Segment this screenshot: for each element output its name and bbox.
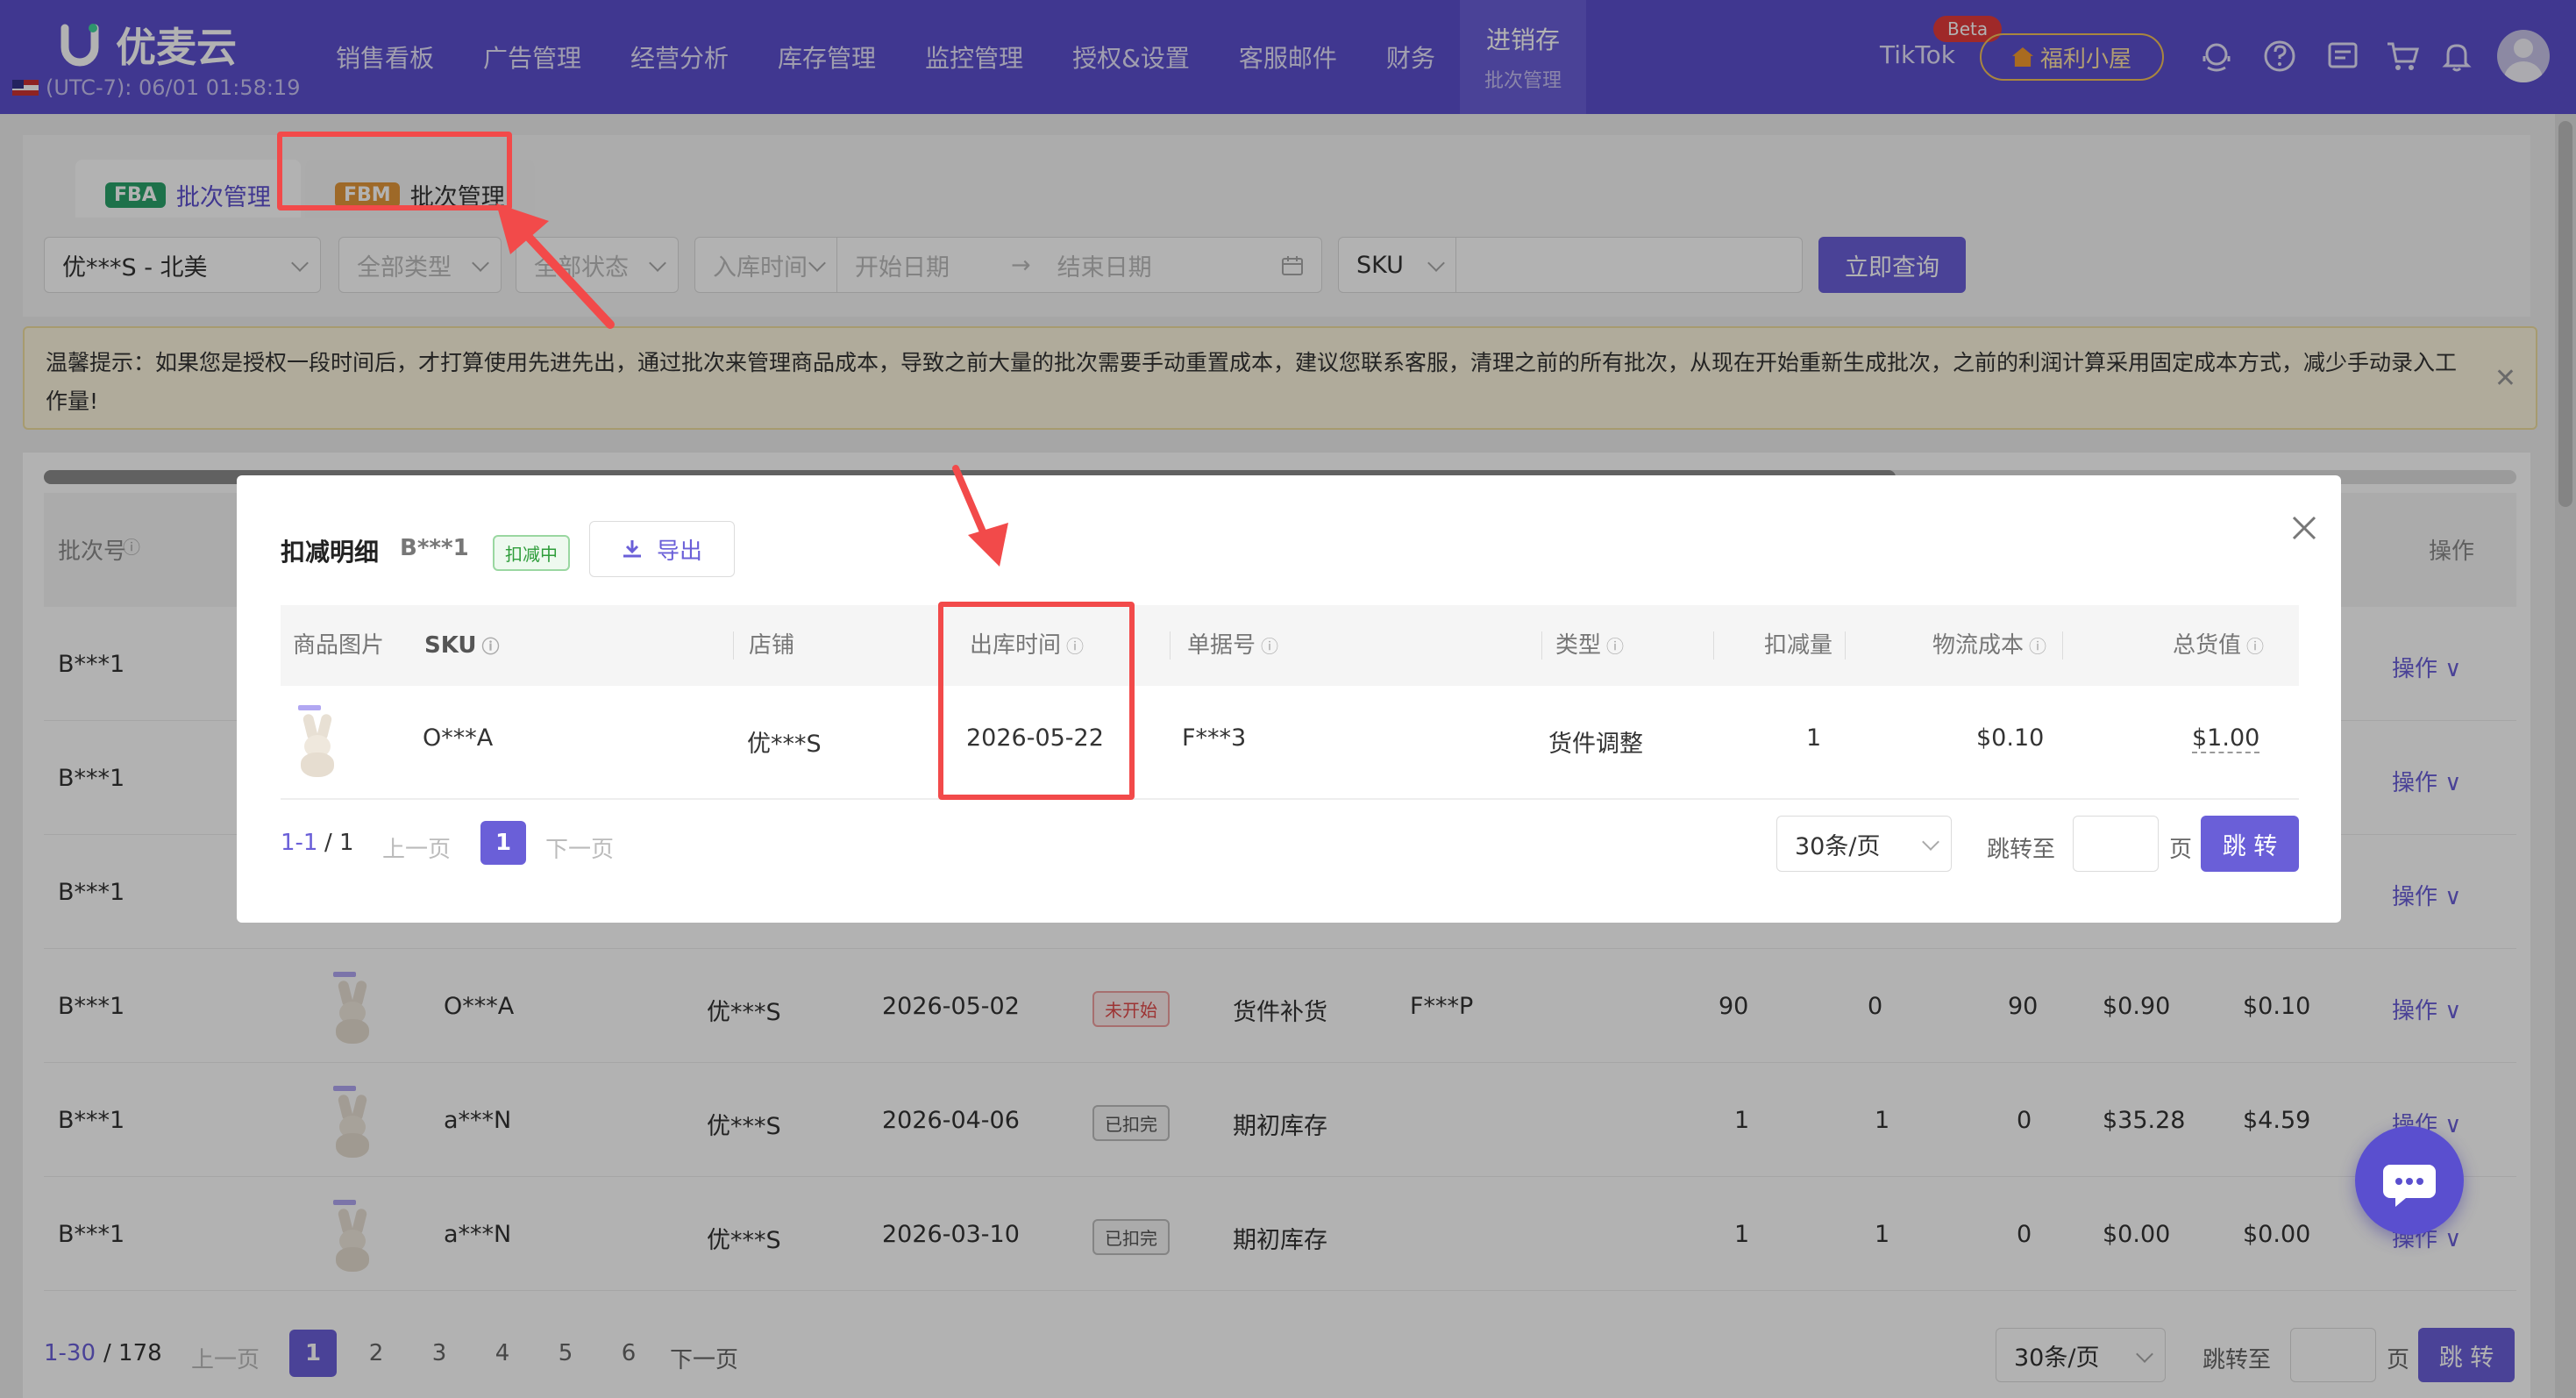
prev-page-button[interactable]: 上一页 <box>382 831 451 864</box>
close-icon[interactable] <box>2287 510 2322 546</box>
column-divider <box>2062 631 2063 660</box>
header-product-image: 商品图片 <box>293 605 384 686</box>
chat-icon <box>2383 1165 2436 1207</box>
chevron-down-icon <box>1922 833 1939 851</box>
deduction-detail-modal: 扣减明细 B***1 扣减中 导出 商品图片 SKU ⓘ 店铺 出库时间 ⓘ 单据号… <box>237 475 2341 923</box>
column-divider <box>1713 631 1714 660</box>
header-label: 单据号 <box>1187 632 1256 659</box>
logistics-cost: $0.10 <box>1976 724 2045 752</box>
info-icon: ⓘ <box>1606 636 1625 657</box>
header-shop: 店铺 <box>749 605 794 686</box>
header-label: 类型 <box>1555 632 1602 659</box>
total-value[interactable]: $1.00 <box>2192 724 2260 753</box>
header-logistics-cost: 物流成本 ⓘ <box>1932 605 2046 686</box>
pagination-total: / 1 <box>324 830 354 856</box>
column-divider <box>1541 631 1542 660</box>
pagination-range: 1-1 <box>281 830 318 856</box>
arrow-annotation-icon <box>496 203 615 329</box>
header-label: SKU <box>424 632 477 659</box>
page-button-1[interactable]: 1 <box>480 821 526 865</box>
header-label: 物流成本 <box>1932 632 2025 659</box>
deduct-qty: 1 <box>1806 724 1822 752</box>
column-divider <box>1170 631 1171 660</box>
export-label: 导出 <box>656 538 702 565</box>
info-icon: ⓘ <box>2246 636 2265 657</box>
header-sku: SKU ⓘ <box>424 605 500 686</box>
status-badge: 扣减中 <box>493 535 570 571</box>
row-divider <box>281 798 2299 800</box>
header-label: 总货值 <box>2173 632 2242 659</box>
highlight-box-outbound-time <box>938 602 1135 800</box>
product-thumbnail[interactable] <box>293 705 342 777</box>
info-icon: ⓘ <box>1261 636 1279 657</box>
jump-label: 跳转至 <box>1987 837 2056 863</box>
page-size-select[interactable]: 30条/页 <box>1776 816 1952 872</box>
jump-button[interactable]: 跳 转 <box>2201 816 2299 872</box>
column-divider <box>733 631 734 660</box>
modal-batch-number: B***1 <box>400 535 469 561</box>
download-icon <box>623 540 641 558</box>
page-unit-label: 页 <box>2169 837 2193 863</box>
type: 货件调整 <box>1548 731 1643 758</box>
header-label: 商品图片 <box>293 632 385 659</box>
header-label: 店铺 <box>749 632 795 659</box>
info-icon: ⓘ <box>481 636 500 657</box>
highlight-box-fbm-tab <box>277 132 512 210</box>
shop: 优***S <box>747 731 822 758</box>
arrow-annotation-icon <box>952 465 1008 567</box>
jump-page-input[interactable] <box>2073 816 2159 872</box>
doc-number: F***3 <box>1182 724 1247 752</box>
chat-bubble-button[interactable] <box>2355 1126 2464 1235</box>
info-icon: ⓘ <box>2029 636 2047 657</box>
header-total-value: 总货值 ⓘ <box>2173 605 2264 686</box>
next-page-button[interactable]: 下一页 <box>545 831 614 864</box>
sku: O***A <box>423 724 494 752</box>
header-label: 扣减量 <box>1764 632 1833 659</box>
header-deduct-qty: 扣减量 <box>1764 605 1832 686</box>
export-button[interactable]: 导出 <box>589 521 735 577</box>
page-size-value: 30条/页 <box>1795 832 1881 860</box>
column-divider <box>1845 631 1846 660</box>
modal-title: 扣减明细 <box>281 538 380 567</box>
header-type: 类型 ⓘ <box>1555 605 1624 686</box>
header-doc-number: 单据号 ⓘ <box>1187 605 1278 686</box>
